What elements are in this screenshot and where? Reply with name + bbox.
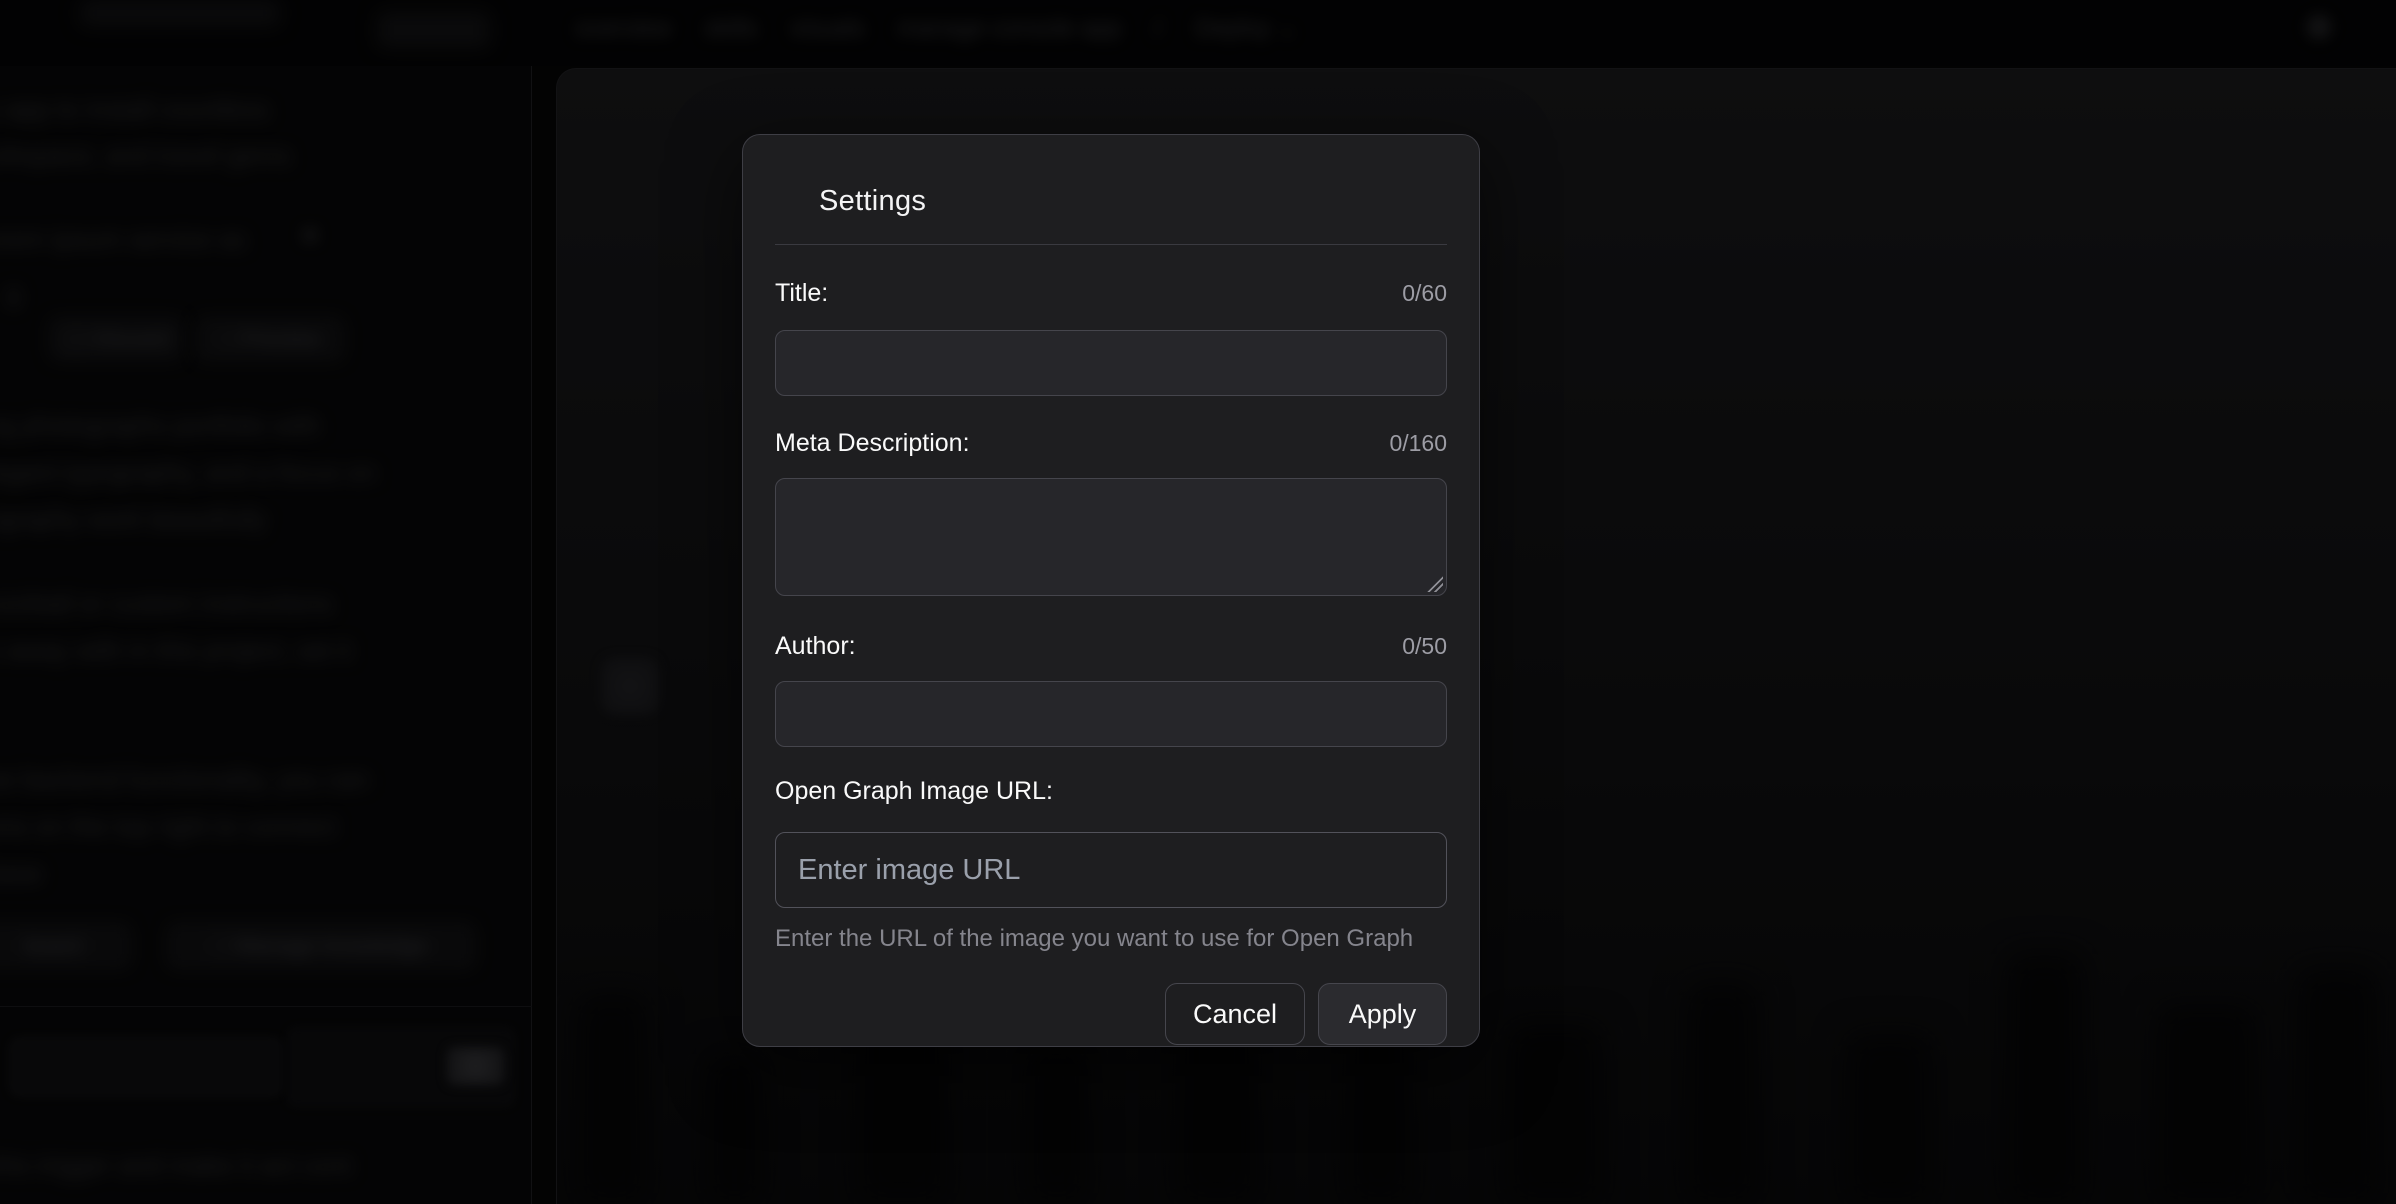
settings-dialog: Settings Title: 0/60 Meta Description: 0… <box>742 134 1480 1047</box>
og-image-url-helper: Enter the URL of the image you want to u… <box>775 925 1447 953</box>
title-input[interactable] <box>775 330 1447 396</box>
author-input[interactable] <box>775 681 1447 747</box>
meta-description-label: Meta Description: <box>775 429 970 458</box>
title-char-counter: 0/60 <box>1402 280 1447 307</box>
meta-description-char-counter: 0/160 <box>1389 430 1447 457</box>
cancel-button[interactable]: Cancel <box>1165 983 1305 1045</box>
apply-button[interactable]: Apply <box>1318 983 1447 1045</box>
dialog-title: Settings <box>819 185 1447 218</box>
dialog-divider <box>775 244 1447 245</box>
dialog-actions: Cancel Apply <box>775 983 1447 1045</box>
og-image-url-input[interactable] <box>775 832 1447 908</box>
author-char-counter: 0/50 <box>1402 633 1447 660</box>
author-label: Author: <box>775 632 856 661</box>
meta-description-textarea[interactable] <box>775 478 1447 596</box>
title-label: Title: <box>775 279 828 308</box>
og-image-url-label: Open Graph Image URL: <box>775 777 1053 806</box>
app-screen: overview skills visuals manage console a… <box>0 0 2396 1204</box>
